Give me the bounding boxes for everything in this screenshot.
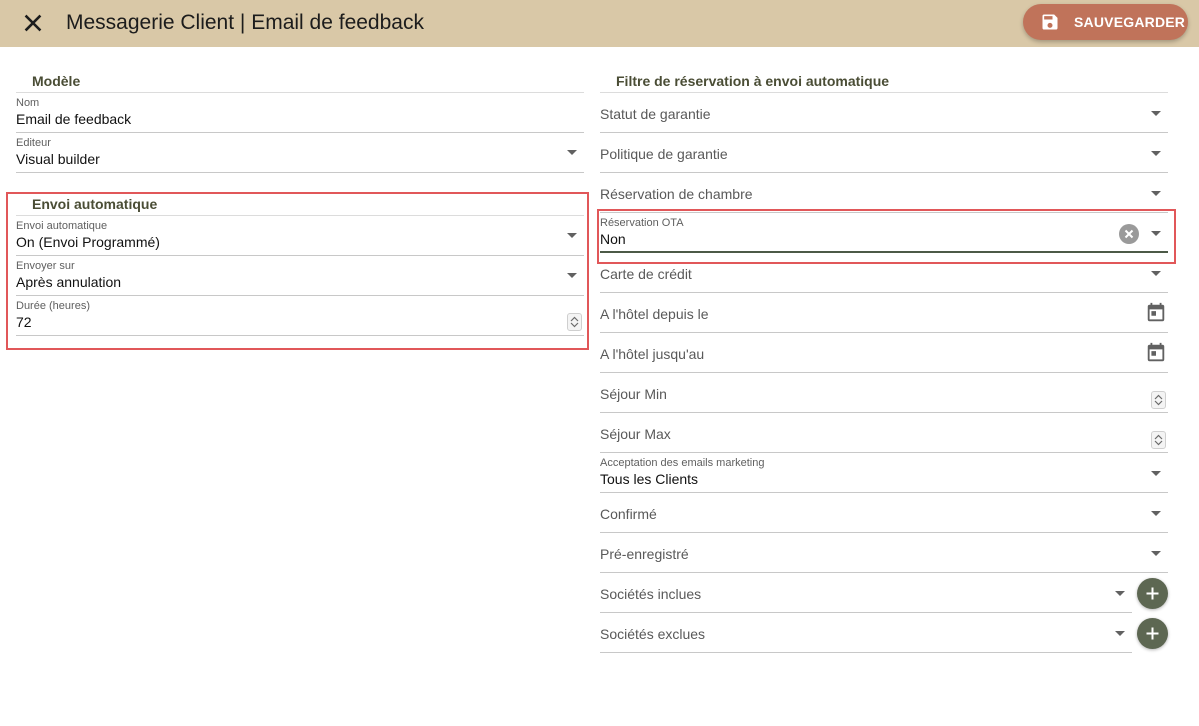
duree-value: 72 xyxy=(16,314,32,330)
duree-label: Durée (heures) xyxy=(16,300,90,312)
add-societe-exclue-button[interactable] xyxy=(1137,618,1168,649)
plus-icon xyxy=(1146,627,1159,640)
editeur-label: Editeur xyxy=(16,137,51,149)
chevron-down-icon[interactable] xyxy=(567,273,577,278)
reservation-ota-value: Non xyxy=(600,231,626,247)
page-title: Messagerie Client | Email de feedback xyxy=(66,11,424,34)
duree-input[interactable]: Durée (heures) 72 xyxy=(16,300,584,336)
sejour-max-input[interactable]: Séjour Max xyxy=(600,417,1168,453)
nom-label: Nom xyxy=(16,97,40,109)
sejour-min-label: Séjour Min xyxy=(600,386,667,402)
politique-garantie-select[interactable]: Politique de garantie xyxy=(600,137,1168,173)
sejour-max-label: Séjour Max xyxy=(600,426,671,442)
close-icon[interactable] xyxy=(20,10,46,36)
reservation-ota-label: Réservation OTA xyxy=(600,217,684,229)
section-title-filtre: Filtre de réservation à envoi automatiqu… xyxy=(616,73,890,89)
chevron-down-icon[interactable] xyxy=(1115,591,1125,596)
pre-enregistre-select[interactable]: Pré-enregistré xyxy=(600,537,1168,573)
statut-garantie-label: Statut de garantie xyxy=(600,106,711,122)
section-title-modele: Modèle xyxy=(32,73,81,89)
chevron-down-icon[interactable] xyxy=(1151,111,1161,116)
chevron-down-icon[interactable] xyxy=(1151,191,1161,196)
stepper-icon[interactable] xyxy=(1151,391,1166,409)
confirme-select[interactable]: Confirmé xyxy=(600,497,1168,533)
carte-credit-label: Carte de crédit xyxy=(600,266,692,282)
societes-exclues-select[interactable]: Sociétés exclues xyxy=(600,617,1132,653)
divider xyxy=(16,215,584,216)
stepper-icon[interactable] xyxy=(1151,431,1166,449)
societes-exclues-label: Sociétés exclues xyxy=(600,626,706,642)
chevron-down-icon[interactable] xyxy=(1151,511,1161,516)
envoyer-sur-label: Envoyer sur xyxy=(16,260,75,272)
editeur-value: Visual builder xyxy=(16,151,100,167)
hotel-depuis-label: A l'hôtel depuis le xyxy=(600,306,709,322)
divider xyxy=(600,92,1168,93)
hotel-jusqu-input[interactable]: A l'hôtel jusqu'au xyxy=(600,337,1168,373)
save-icon xyxy=(1042,14,1058,30)
top-bar: Messagerie Client | Email de feedback SA… xyxy=(0,0,1199,47)
nom-field[interactable]: Nom Email de feedback xyxy=(16,97,584,133)
hotel-jusqu-label: A l'hôtel jusqu'au xyxy=(600,346,705,362)
add-societe-incluse-button[interactable] xyxy=(1137,578,1168,609)
acceptation-marketing-label: Acceptation des emails marketing xyxy=(600,457,765,469)
acceptation-marketing-value: Tous les Clients xyxy=(600,471,699,487)
chevron-down-icon[interactable] xyxy=(567,233,577,238)
chevron-down-icon[interactable] xyxy=(1151,231,1161,236)
section-title-envoi-automatique: Envoi automatique xyxy=(32,196,158,212)
chevron-down-icon[interactable] xyxy=(1151,471,1161,476)
pre-enregistre-label: Pré-enregistré xyxy=(600,546,689,562)
nom-value: Email de feedback xyxy=(16,111,132,127)
save-button[interactable]: SAUVEGARDER xyxy=(1023,4,1188,40)
envoi-automatique-select[interactable]: Envoi automatique On (Envoi Programmé) xyxy=(16,220,584,256)
reservation-ota-select[interactable]: Réservation OTA Non xyxy=(600,217,1168,253)
chevron-down-icon[interactable] xyxy=(1151,151,1161,156)
envoi-automatique-label: Envoi automatique xyxy=(16,220,108,232)
carte-credit-select[interactable]: Carte de crédit xyxy=(600,257,1168,293)
societes-incluses-select[interactable]: Sociétés inclues xyxy=(600,577,1132,613)
sejour-min-input[interactable]: Séjour Min xyxy=(600,377,1168,413)
envoyer-sur-value: Après annulation xyxy=(16,274,122,290)
chevron-down-icon[interactable] xyxy=(567,150,577,155)
calendar-icon[interactable] xyxy=(1145,302,1167,324)
chevron-down-icon[interactable] xyxy=(1151,271,1161,276)
calendar-icon[interactable] xyxy=(1145,342,1167,364)
clear-icon[interactable] xyxy=(1119,224,1139,244)
envoi-automatique-value: On (Envoi Programmé) xyxy=(16,234,160,250)
editeur-select[interactable]: Editeur Visual builder xyxy=(16,137,584,173)
acceptation-marketing-select[interactable]: Acceptation des emails marketing Tous le… xyxy=(600,457,1168,493)
reservation-chambre-label: Réservation de chambre xyxy=(600,186,753,202)
reservation-chambre-select[interactable]: Réservation de chambre xyxy=(600,177,1168,213)
divider xyxy=(16,92,584,93)
stepper-icon[interactable] xyxy=(567,313,582,331)
hotel-depuis-input[interactable]: A l'hôtel depuis le xyxy=(600,297,1168,333)
chevron-down-icon[interactable] xyxy=(1151,551,1161,556)
confirme-label: Confirmé xyxy=(600,506,657,522)
statut-garantie-select[interactable]: Statut de garantie xyxy=(600,97,1168,133)
politique-garantie-label: Politique de garantie xyxy=(600,146,728,162)
envoyer-sur-select[interactable]: Envoyer sur Après annulation xyxy=(16,260,584,296)
save-button-label: SAUVEGARDER xyxy=(1074,14,1186,30)
plus-icon xyxy=(1146,587,1159,600)
societes-incluses-label: Sociétés inclues xyxy=(600,586,702,602)
chevron-down-icon[interactable] xyxy=(1115,631,1125,636)
